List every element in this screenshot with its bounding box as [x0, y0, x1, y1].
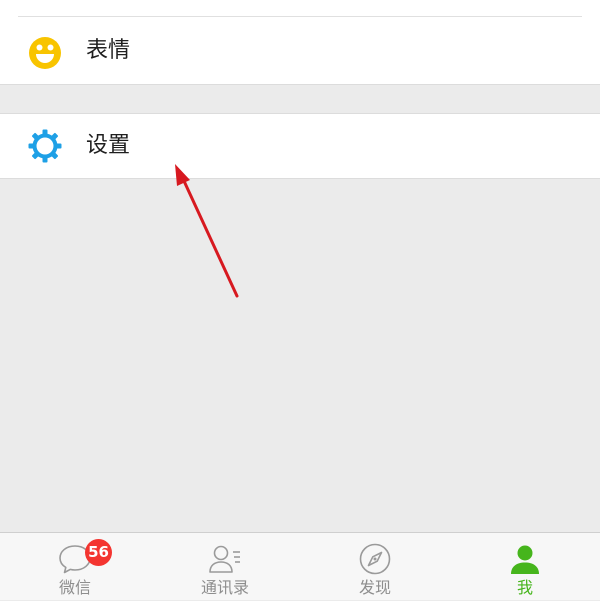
tab-contacts-label: 通讯录 [200, 578, 249, 597]
tab-me[interactable]: 我 [450, 533, 600, 601]
compass-icon [359, 543, 391, 575]
unread-badge: 56 [85, 539, 112, 566]
menu-item-emoji-label: 表情 [86, 38, 131, 63]
menu-item-emoji[interactable]: 表情 [0, 0, 600, 85]
menu-item-settings-label: 设置 [86, 133, 131, 158]
divider [18, 16, 582, 17]
contacts-icon [209, 545, 240, 573]
tab-chats-label: 微信 [58, 578, 91, 597]
menu-item-settings[interactable]: 设置 [0, 113, 600, 179]
tab-contacts[interactable]: 通讯录 [150, 533, 300, 601]
annotation-arrow [175, 164, 239, 298]
person-icon [511, 545, 539, 574]
gear-icon [28, 129, 62, 163]
smile-icon [29, 37, 61, 69]
tab-me-label: 我 [516, 578, 533, 597]
tab-discover-label: 发现 [358, 578, 391, 597]
tab-discover[interactable]: 发现 [300, 533, 450, 601]
tab-chats[interactable]: 微信 [0, 533, 150, 601]
